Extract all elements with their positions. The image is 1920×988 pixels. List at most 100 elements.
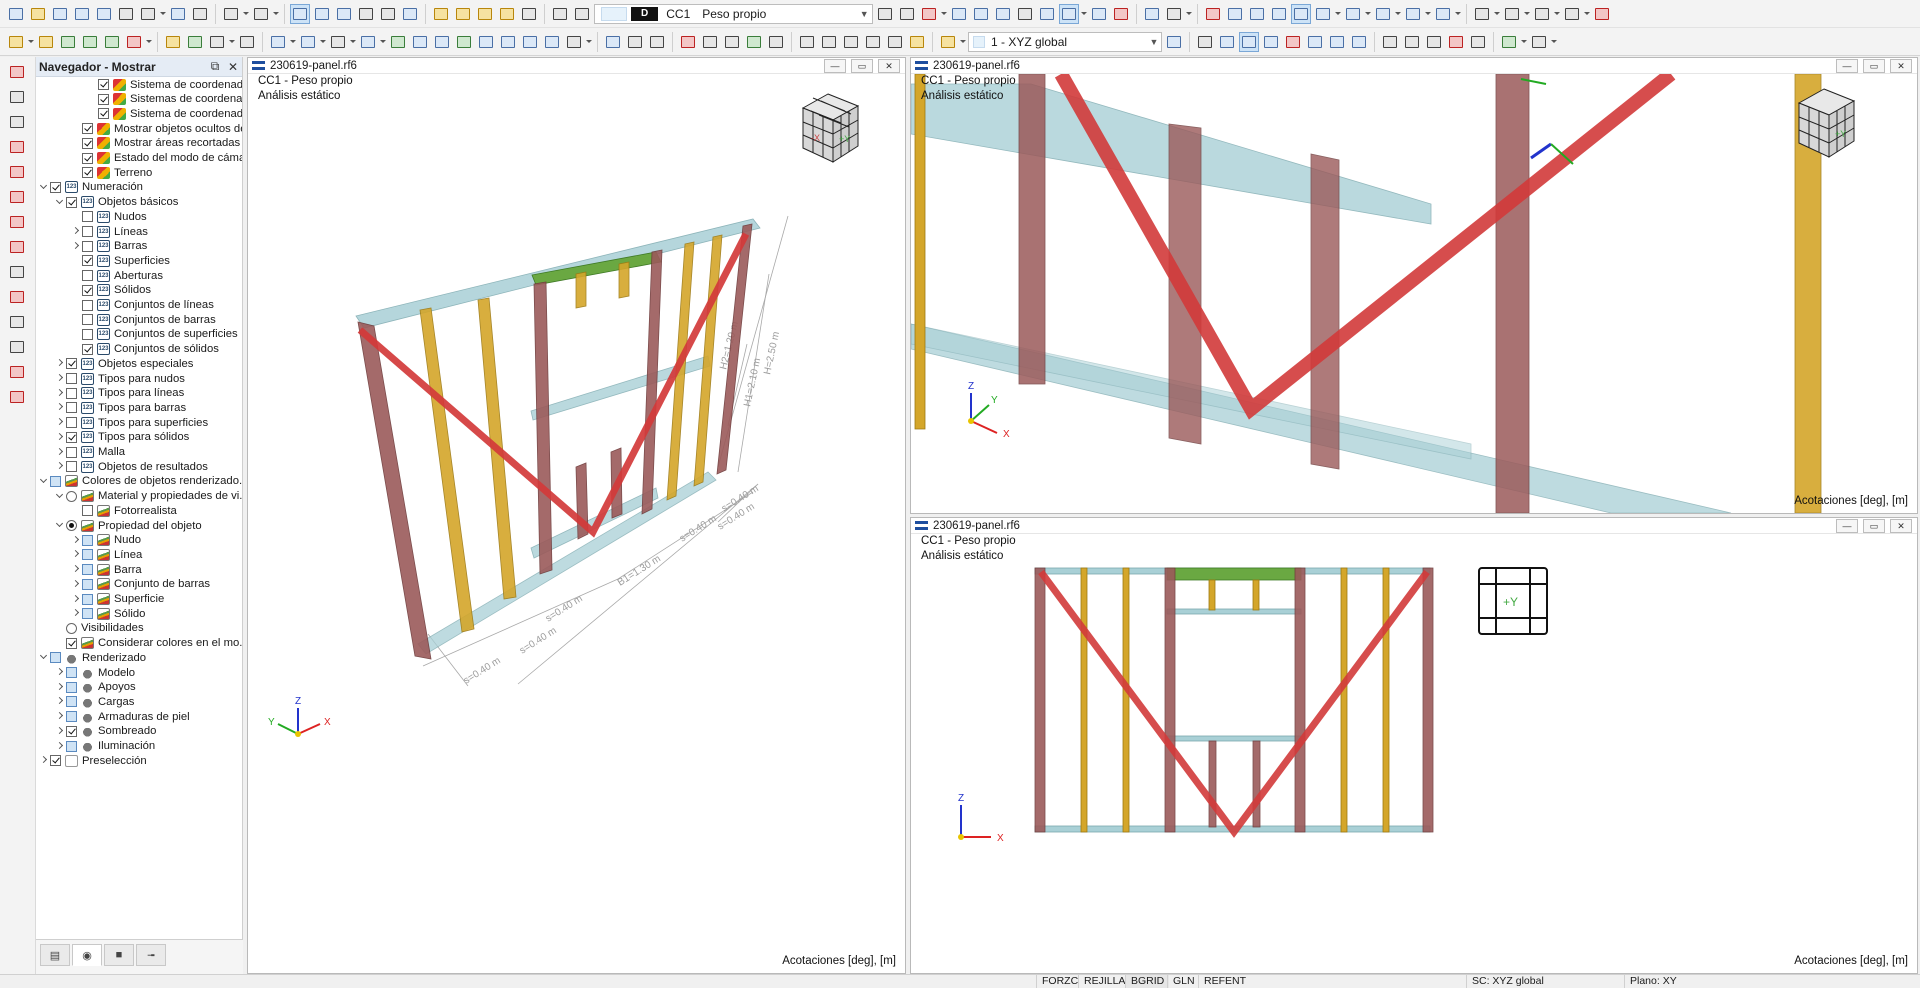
curve-icon[interactable] bbox=[678, 32, 698, 52]
nav-item[interactable]: 123 Tipos para nudos bbox=[36, 371, 185, 386]
chevron-right-icon[interactable] bbox=[54, 356, 66, 371]
top-right-view-pane[interactable]: 230619-panel.rf6 — ▭ ✕ +Y Z X Y CC1 - Pe… bbox=[910, 57, 1918, 514]
result-diagram-icon[interactable] bbox=[572, 4, 592, 24]
nav-item[interactable]: Preselección bbox=[36, 753, 147, 768]
stretch-icon[interactable] bbox=[819, 32, 839, 52]
panel-icon[interactable] bbox=[334, 4, 354, 24]
chevron-right-icon[interactable] bbox=[70, 533, 82, 548]
checkbox[interactable] bbox=[82, 167, 93, 179]
view-cube-icon[interactable]: +Y bbox=[1478, 567, 1548, 635]
checkbox[interactable] bbox=[82, 578, 93, 590]
stud-yellow[interactable] bbox=[1122, 567, 1130, 833]
chevron-right-icon[interactable] bbox=[54, 709, 66, 724]
join-icon[interactable] bbox=[498, 32, 518, 52]
calculate-icon[interactable] bbox=[519, 4, 539, 24]
stud-brown[interactable] bbox=[1018, 74, 1046, 385]
nav-item[interactable]: 123 Barras bbox=[36, 239, 147, 254]
nav-item[interactable]: Apoyos bbox=[36, 680, 136, 695]
undo-icon[interactable] bbox=[221, 4, 241, 24]
chevron-right-icon[interactable] bbox=[54, 386, 66, 401]
circle-icon[interactable] bbox=[7, 162, 27, 182]
new-model-icon[interactable] bbox=[6, 4, 26, 24]
display-icon[interactable]: ◉ bbox=[72, 944, 102, 966]
chevron-right-icon[interactable] bbox=[70, 547, 82, 562]
checkbox[interactable] bbox=[82, 226, 93, 237]
chevron-right-icon[interactable] bbox=[70, 239, 82, 254]
checkbox[interactable] bbox=[66, 740, 77, 752]
main-3d-viewport[interactable]: -X +Y H2=1.20 m H1=2.10 m H=2.50 m B1=1.… bbox=[248, 74, 905, 971]
snap-object-icon[interactable] bbox=[1239, 31, 1259, 52]
nav-item[interactable]: 123 Conjuntos de sólidos bbox=[36, 342, 219, 357]
checkbox[interactable] bbox=[82, 314, 93, 326]
stud-brown[interactable] bbox=[1208, 740, 1217, 828]
nav-item[interactable]: 123 Tipos para líneas bbox=[36, 386, 184, 401]
nav-item[interactable]: Barra bbox=[36, 562, 142, 577]
load-icon[interactable] bbox=[431, 4, 451, 24]
chevron-down-icon[interactable] bbox=[38, 650, 50, 665]
eccentricity-icon[interactable] bbox=[7, 387, 27, 407]
surface-icon[interactable] bbox=[80, 32, 100, 52]
nav-item[interactable]: 123 Tipos para barras bbox=[36, 400, 186, 415]
stud-brown[interactable] bbox=[1422, 567, 1434, 833]
chevron-right-icon[interactable] bbox=[54, 739, 66, 754]
view-x-icon[interactable] bbox=[1313, 4, 1333, 24]
intersect-icon[interactable] bbox=[476, 32, 496, 52]
data-icon[interactable] bbox=[400, 4, 420, 24]
top-right-3d-viewport[interactable]: +Y Z X Y bbox=[911, 74, 1917, 513]
checkbox[interactable] bbox=[66, 417, 77, 429]
open-folder-icon[interactable] bbox=[28, 4, 48, 24]
stud-brown[interactable] bbox=[533, 281, 553, 575]
size-icon[interactable] bbox=[1532, 4, 1552, 24]
chevron-down-icon[interactable] bbox=[54, 518, 66, 533]
snap-refent[interactable]: REFENT bbox=[1198, 975, 1251, 988]
stud-brown[interactable] bbox=[1310, 153, 1340, 470]
chevron-down-icon[interactable] bbox=[54, 195, 66, 210]
nav-item[interactable]: Considerar colores en el mo... bbox=[36, 636, 242, 651]
delete-icon[interactable] bbox=[1446, 32, 1466, 52]
nav-item[interactable]: Sombreado bbox=[36, 724, 156, 739]
nav-item[interactable]: Material y propiedades de vi... bbox=[36, 489, 242, 504]
nav-item[interactable]: Modelo bbox=[36, 665, 135, 680]
view-cube-icon[interactable]: +Y bbox=[1797, 88, 1856, 158]
nav-item[interactable]: 123 Tipos para sólidos bbox=[36, 430, 189, 445]
nav-item[interactable]: Superficie bbox=[36, 592, 164, 607]
checkbox[interactable] bbox=[82, 564, 93, 576]
checkbox[interactable] bbox=[66, 681, 77, 693]
results-icon[interactable] bbox=[550, 4, 570, 24]
checkbox[interactable] bbox=[66, 667, 77, 678]
stud-yellow[interactable] bbox=[618, 261, 630, 299]
nav-item[interactable]: Sistema de coordenadas... bbox=[36, 77, 242, 92]
load-case-selector[interactable]: D CC1 Peso propio ▼ bbox=[594, 3, 874, 24]
nav-item[interactable]: Visibilidades bbox=[36, 621, 144, 636]
load-wizard-icon[interactable] bbox=[453, 4, 473, 24]
chevron-right-icon[interactable] bbox=[54, 415, 66, 430]
chevron-right-icon[interactable] bbox=[54, 680, 66, 695]
nav-item[interactable]: Cargas bbox=[36, 694, 134, 709]
table-view-icon[interactable] bbox=[290, 3, 310, 24]
view-front-icon[interactable] bbox=[1247, 4, 1267, 24]
nav-item[interactable]: 123 Sólidos bbox=[36, 283, 151, 298]
solid-icon[interactable] bbox=[102, 32, 122, 52]
rotate-icon[interactable] bbox=[328, 32, 348, 52]
nav-item[interactable]: 123 Tipos para superficies bbox=[36, 415, 208, 430]
result-values-icon[interactable] bbox=[949, 4, 969, 24]
view-results-icon[interactable] bbox=[993, 4, 1013, 24]
view-iso-icon[interactable] bbox=[1225, 4, 1245, 24]
chevron-right-icon[interactable] bbox=[54, 724, 66, 739]
minimize-icon[interactable]: — bbox=[824, 58, 846, 73]
nav-item[interactable]: Sistema de coordenadas... bbox=[36, 106, 242, 121]
snap-forzc[interactable]: FORZC bbox=[1036, 975, 1083, 988]
chevron-down-icon[interactable] bbox=[38, 474, 50, 489]
stud-brown[interactable] bbox=[357, 321, 432, 660]
checkbox[interactable] bbox=[66, 196, 77, 208]
nav-item[interactable]: 123 Nudos bbox=[36, 209, 147, 224]
polyline-icon[interactable] bbox=[7, 87, 27, 107]
stud-brown[interactable] bbox=[1495, 74, 1530, 513]
minimize-icon[interactable]: — bbox=[1836, 58, 1858, 73]
nav-item[interactable]: Renderizado bbox=[36, 650, 146, 665]
combination-icon[interactable] bbox=[475, 4, 495, 24]
chevron-down-icon[interactable]: ▼ bbox=[856, 9, 872, 19]
nav-item[interactable]: Armaduras de piel bbox=[36, 709, 190, 724]
nav-item[interactable]: 123 Aberturas bbox=[36, 268, 163, 283]
stud-yellow[interactable] bbox=[1340, 567, 1348, 833]
